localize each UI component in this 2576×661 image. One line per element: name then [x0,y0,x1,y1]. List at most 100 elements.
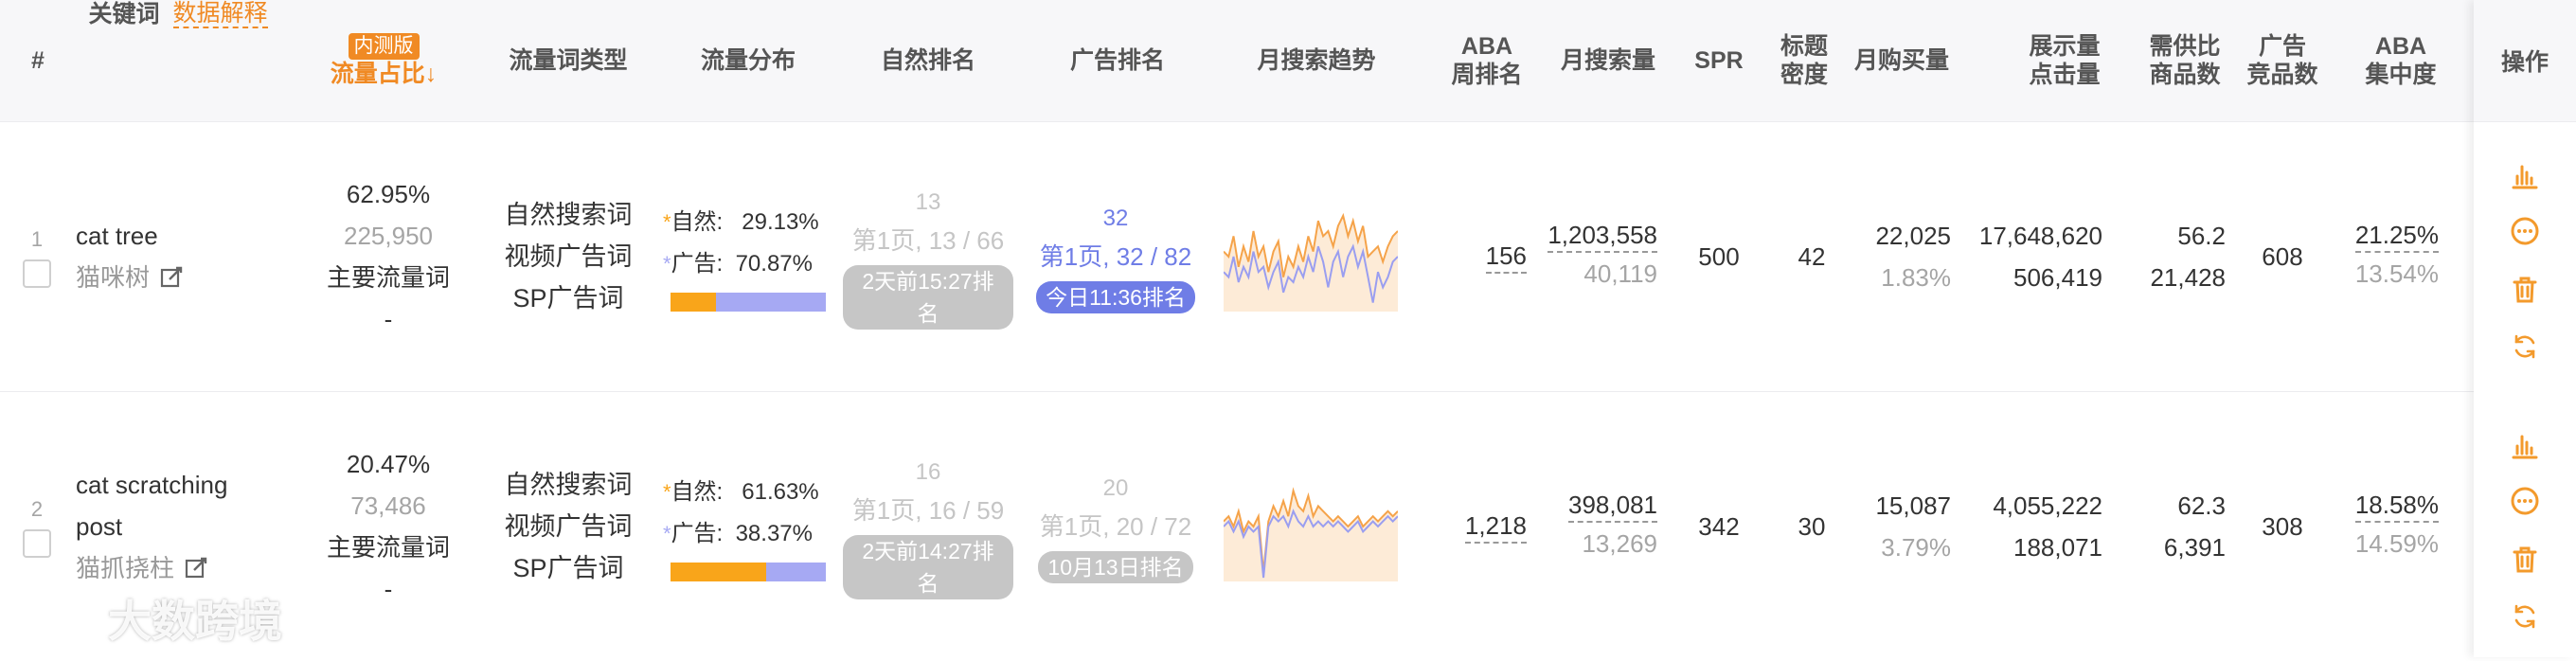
ad-rank-page: 第1页, 32 / 82 [1039,242,1192,271]
dist-ad-pct: 70.87% [735,251,813,277]
aba-conc-sub: 13.54% [2354,259,2439,288]
title-density: 30 [1798,512,1826,541]
header-keyword: 关键词 数据解释 [74,0,282,121]
header-impr-l2: 点击量 [2029,62,2101,88]
edit-icon[interactable] [159,265,184,290]
monthly-search[interactable]: 1,203,558 [1547,219,1657,253]
ad-star-icon: * [663,252,671,276]
header-ad-competitors: 广告 竞品数 [2235,0,2330,121]
monthly-purchase-cell: 22,025 1.83% [1847,122,1951,391]
keyword-en-line2[interactable]: post [76,506,294,547]
monthly-purchase-cell: 15,087 3.79% [1847,392,1951,661]
table-row: 1 cat tree 猫咪树 62.95% 225,950 主要流量词 - 自然… [0,122,2576,391]
aba-weekly[interactable]: 1,218 [1464,509,1527,544]
impressions: 4,055,222 [1993,491,2102,520]
header-natural-rank: 自然排名 [880,47,975,74]
header-aba-weekly: ABA 周排名 [1440,0,1534,121]
ad-rank-badge: 今日11:36排名 [1036,281,1195,313]
supply-ratio-cell: 62.3 6,391 [2121,392,2226,661]
header-abaconc-l1: ABA [2374,33,2427,60]
delete-icon[interactable] [2510,275,2540,305]
watermark-logo-icon [18,598,107,639]
aba-weekly[interactable]: 156 [1485,240,1527,274]
traffic-count: 225,950 [344,222,433,250]
keyword-en[interactable]: cat scratching [76,464,294,506]
header-impr-l1: 展示量 [2029,33,2101,60]
impressions-cell: 4,055,222 188,071 [1960,392,2102,661]
table-header: # 关键词 数据解释 内测版 流量占比↓ 流量词类型 流量分布 自然排名 广告排… [0,0,2576,122]
row-checkbox[interactable] [23,529,51,558]
dist-bar-ad [766,563,826,581]
header-aba-concentration: ABA 集中度 [2353,0,2448,121]
natural-rank-cell[interactable]: 16 第1页, 16 / 59 2天前14:27排名 [843,392,1013,661]
monthly-search-sub: 13,269 [1582,529,1657,558]
supply-ratio-cell: 56.2 21,428 [2121,122,2226,391]
dist-natural-pct: 29.13% [742,209,819,235]
header-traffic-share[interactable]: 内测版 流量占比↓ [313,0,455,121]
aba-conc-cell: 18.58% 14.59% [2334,392,2439,661]
traffic-label: 主要流量词 [326,533,450,562]
keyword-table: # 关键词 数据解释 内测版 流量占比↓ 流量词类型 流量分布 自然排名 广告排… [0,0,2576,661]
keyword-cn: 猫抓挠柱 [76,554,175,582]
more-icon[interactable] [2510,486,2540,516]
traffic-dist-bar [671,563,826,581]
dist-natural-label: 自然: [671,209,724,235]
more-icon[interactable] [2510,216,2540,246]
refresh-icon[interactable] [2510,331,2540,362]
row-checkbox[interactable] [23,259,51,288]
bar-chart-icon[interactable] [2510,431,2540,461]
monthly-trend-cell[interactable] [1224,472,1398,581]
header-aba-weekly-l2: 周排名 [1451,62,1523,88]
dist-bar-natural [671,563,767,581]
header-adcomp-l1: 广告 [2258,33,2306,60]
header-traffic-share-label: 流量占比↓ [330,61,438,87]
data-explain-link[interactable]: 数据解释 [172,0,268,28]
natural-rank-page: 第1页, 16 / 59 [851,496,1005,525]
header-ad-rank: 广告排名 [1069,47,1165,74]
monthly-purchase-pct: 1.83% [1881,263,1951,292]
edit-icon[interactable] [184,556,208,581]
monthly-trend-cell[interactable] [1224,202,1398,312]
bar-chart-icon[interactable] [2510,161,2540,191]
product-count: 6,391 [2163,533,2226,562]
header-index: # [31,47,45,74]
natural-rank-cell[interactable]: 13 第1页, 13 / 66 2天前15:27排名 [843,122,1013,391]
traffic-label: 主要流量词 [326,263,450,292]
internal-badge: 内测版 [348,33,420,60]
traffic-dist-cell: *自然: 61.63% *广告: 38.37% [663,392,843,661]
title-density: 42 [1798,242,1826,271]
ad-rank-cell[interactable]: 20 第1页, 20 / 72 10月13日排名 [1030,392,1201,661]
keyword-type-cell: 自然搜索词 视频广告词 SP广告词 [492,392,644,661]
header-supply-ratio: 需供比 商品数 [2142,0,2227,121]
natural-rank-num: 13 [915,189,941,215]
keyword-en[interactable]: cat tree [76,215,294,257]
aba-conc-sub: 14.59% [2354,529,2439,558]
watermark: 大数跨境 [13,587,282,650]
type-sp-ad: SP广告词 [512,554,624,582]
spr: 342 [1698,512,1740,541]
dist-bar-natural [671,293,716,312]
monthly-search[interactable]: 398,081 [1568,489,1657,523]
natural-rank-badge: 2天前14:27排名 [843,535,1013,599]
ad-rank-cell[interactable]: 32 第1页, 32 / 82 今日11:36排名 [1030,122,1201,391]
dist-natural-label: 自然: [671,479,724,505]
trend-sparkline [1224,212,1398,312]
header-monthly-search: 月搜索量 [1560,47,1655,74]
ad-rank-page: 第1页, 20 / 72 [1039,512,1192,541]
traffic-share-cell: 20.47% 73,486 主要流量词 - [303,392,474,661]
row-index-cell: 1 [23,122,51,391]
keyword-cell: cat tree 猫咪树 [76,122,294,391]
natural-rank-page: 第1页, 13 / 66 [851,226,1005,255]
monthly-purchase: 15,087 [1875,491,1951,520]
header-aba-weekly-l1: ABA [1460,33,1513,60]
refresh-icon[interactable] [2510,601,2540,632]
header-supply-l2: 商品数 [2149,62,2221,88]
aba-conc[interactable]: 18.58% [2354,489,2439,523]
clicks: 188,071 [2013,533,2102,562]
traffic-share-cell: 62.95% 225,950 主要流量词 - [303,122,474,391]
aba-conc[interactable]: 21.25% [2354,219,2439,253]
header-keyword-type: 流量词类型 [509,47,628,74]
header-keyword-label: 关键词 [88,1,160,27]
spr-cell: 342 [1681,392,1757,661]
delete-icon[interactable] [2510,545,2540,575]
